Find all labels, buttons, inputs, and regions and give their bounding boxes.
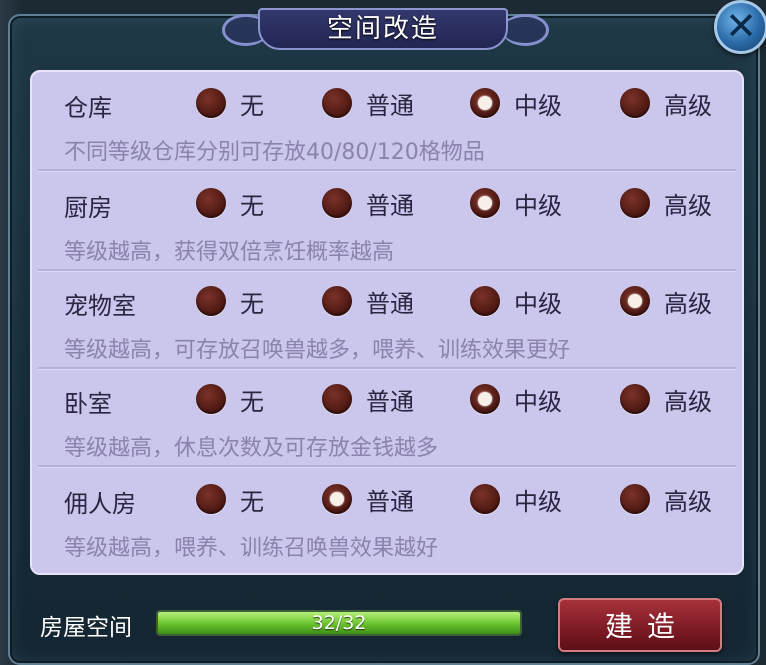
level-option[interactable]: 高级 [620, 382, 712, 416]
level-option-label: 普通 [366, 487, 414, 516]
radio-button[interactable] [322, 286, 352, 316]
room-name: 宠物室 [64, 292, 136, 320]
level-option[interactable]: 无 [196, 482, 264, 516]
level-option-label: 中级 [514, 387, 562, 416]
level-option[interactable]: 普通 [322, 482, 414, 516]
room-description: 等级越高，喂养、训练召唤兽效果越好 [64, 536, 439, 561]
title-ornament-right [502, 14, 549, 46]
radio-button[interactable] [322, 384, 352, 414]
room-description: 等级越高，休息次数及可存放金钱越多 [64, 436, 439, 461]
radio-button[interactable] [470, 88, 500, 118]
radio-button[interactable] [196, 88, 226, 118]
radio-button[interactable] [620, 88, 650, 118]
radio-button[interactable] [196, 384, 226, 414]
level-option[interactable]: 普通 [322, 284, 414, 318]
room-name: 佣人房 [64, 490, 136, 518]
level-option-label: 普通 [366, 289, 414, 318]
radio-button[interactable] [196, 484, 226, 514]
level-option[interactable]: 中级 [470, 284, 562, 318]
house-space-label: 房屋空间 [40, 615, 132, 641]
radio-button[interactable] [620, 484, 650, 514]
title-plate: 空间改造 [258, 8, 508, 50]
build-button-label: 建造 [604, 610, 689, 643]
build-button[interactable]: 建造 [558, 598, 722, 652]
room-name: 卧室 [64, 390, 112, 418]
radio-button[interactable] [470, 286, 500, 316]
close-icon: ✕ [725, 4, 757, 48]
radio-button[interactable] [470, 188, 500, 218]
level-option-label: 普通 [366, 387, 414, 416]
radio-button[interactable] [620, 188, 650, 218]
level-option[interactable]: 中级 [470, 482, 562, 516]
house-space-progress-bar: 32/32 [156, 610, 522, 636]
room-row: 卧室 无 普通 中级 高级等级越高，休息次数及可存放金钱越多 [32, 368, 742, 468]
level-option[interactable]: 高级 [620, 482, 712, 516]
level-option-label: 无 [240, 387, 264, 416]
level-option-label: 中级 [514, 487, 562, 516]
radio-button[interactable] [322, 484, 352, 514]
level-option[interactable]: 中级 [470, 186, 562, 220]
room-description: 等级越高，获得双倍烹饪概率越高 [64, 240, 395, 265]
level-option-label: 普通 [366, 91, 414, 120]
level-option-label: 无 [240, 91, 264, 120]
room-row: 仓库 无 普通 中级 高级不同等级仓库分别可存放40/80/120格物品 [32, 72, 742, 172]
level-option-label: 高级 [664, 191, 712, 220]
room-options-panel: 仓库无普通 中级 高级 不同等级仓库分别可存放40/80/120格物品 厨房无普通 中级高… [30, 70, 744, 575]
level-option[interactable]: 无 [196, 284, 264, 318]
level-option-label: 无 [240, 289, 264, 318]
level-option[interactable]: 中级 [470, 86, 562, 120]
room-row: 佣人房 无 普通 中级 高级等级越高，喂养、训练召唤兽效果越好 [32, 468, 742, 568]
radio-button[interactable] [620, 384, 650, 414]
room-name: 仓库 [64, 94, 112, 122]
room-name: 厨房 [64, 194, 112, 222]
level-option-label: 无 [240, 487, 264, 516]
radio-button[interactable] [196, 286, 226, 316]
radio-button[interactable] [196, 188, 226, 218]
level-option[interactable]: 无 [196, 86, 264, 120]
level-option[interactable]: 高级 [620, 86, 712, 120]
room-description: 等级越高，可存放召唤兽越多，喂养、训练效果更好 [64, 338, 571, 363]
level-option[interactable]: 高级 [620, 186, 712, 220]
radio-button[interactable] [322, 188, 352, 218]
level-option-label: 高级 [664, 487, 712, 516]
level-option-label: 中级 [514, 91, 562, 120]
level-option-label: 普通 [366, 191, 414, 220]
level-option[interactable]: 中级 [470, 382, 562, 416]
level-option[interactable]: 普通 [322, 86, 414, 120]
level-option-label: 无 [240, 191, 264, 220]
radio-button[interactable] [470, 384, 500, 414]
level-option-label: 高级 [664, 91, 712, 120]
progress-text: 32/32 [311, 612, 367, 634]
level-option[interactable]: 普通 [322, 186, 414, 220]
level-option[interactable]: 无 [196, 186, 264, 220]
close-button[interactable]: ✕ [714, 0, 766, 54]
level-option[interactable]: 普通 [322, 382, 414, 416]
level-option[interactable]: 无 [196, 382, 264, 416]
level-option-label: 中级 [514, 191, 562, 220]
room-description: 不同等级仓库分别可存放40/80/120格物品 [64, 140, 485, 165]
level-option-label: 高级 [664, 387, 712, 416]
radio-button[interactable] [470, 484, 500, 514]
room-row: 厨房 无 普通 中级 高级等级越高，获得双倍烹饪概率越高 [32, 172, 742, 272]
radio-button[interactable] [322, 88, 352, 118]
radio-button[interactable] [620, 286, 650, 316]
level-option-label: 中级 [514, 289, 562, 318]
level-option[interactable]: 高级 [620, 284, 712, 318]
room-row: 宠物室 无 普通 中级 高级等级越高，可存放召唤兽越多，喂养、训练效果更好 [32, 270, 742, 370]
dialog-title: 空间改造 [326, 14, 439, 44]
level-option-label: 高级 [664, 289, 712, 318]
